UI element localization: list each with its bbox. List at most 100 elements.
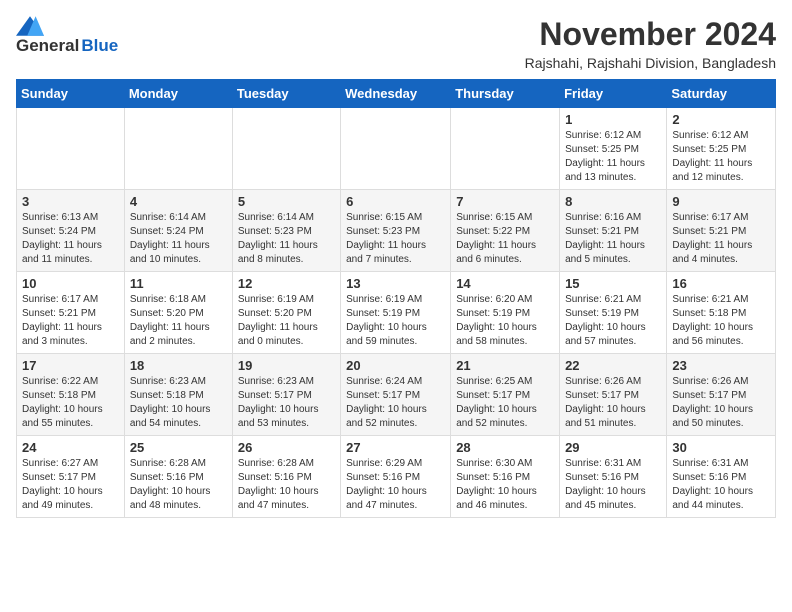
calendar-cell (232, 108, 340, 190)
day-info: Sunrise: 6:18 AM Sunset: 5:20 PM Dayligh… (130, 293, 227, 349)
day-number: 11 (130, 276, 227, 291)
calendar-week-row: 1Sunrise: 6:12 AM Sunset: 5:25 PM Daylig… (17, 108, 776, 190)
calendar-week-row: 3Sunrise: 6:13 AM Sunset: 5:24 PM Daylig… (17, 190, 776, 272)
calendar-week-row: 10 Sunrise: 6:17 AM Sunset: 5:21 PM Dayli… (17, 272, 776, 354)
calendar-cell: 25 Sunrise: 6:28 AM Sunset: 5:16 PM Dayli… (124, 436, 232, 518)
calendar-cell: 27 Sunrise: 6:29 AM Sunset: 5:16 PM Dayli… (341, 436, 451, 518)
day-info: Sunrise: 6:31 AM Sunset: 5:16 PM Dayligh… (565, 457, 661, 513)
calendar-cell: 13 Sunrise: 6:19 AM Sunset: 5:19 PM Dayli… (341, 272, 451, 354)
day-info: Sunrise: 6:12 AM Sunset: 5:25 PM Dayligh… (672, 129, 770, 185)
weekday-header-thursday: Thursday (451, 80, 560, 108)
calendar-cell: 7 Sunrise: 6:15 AM Sunset: 5:22 PM Daylig… (451, 190, 560, 272)
weekday-header-tuesday: Tuesday (232, 80, 340, 108)
logo: General Blue (16, 16, 118, 56)
day-info: Sunrise: 6:17 AM Sunset: 5:21 PM Dayligh… (672, 211, 770, 267)
day-info: Sunrise: 6:28 AM Sunset: 5:16 PM Dayligh… (130, 457, 227, 513)
weekday-header-sunday: Sunday (17, 80, 125, 108)
weekday-header-friday: Friday (560, 80, 667, 108)
calendar-cell: 28 Sunrise: 6:30 AM Sunset: 5:16 PM Dayli… (451, 436, 560, 518)
weekday-header-row: SundayMondayTuesdayWednesdayThursdayFrid… (17, 80, 776, 108)
calendar-cell: 29 Sunrise: 6:31 AM Sunset: 5:16 PM Dayli… (560, 436, 667, 518)
day-number: 10 (22, 276, 119, 291)
calendar-cell: 14Sunrise: 6:20 AM Sunset: 5:19 PM Dayli… (451, 272, 560, 354)
calendar-cell: 2 Sunrise: 6:12 AM Sunset: 5:25 PM Daylig… (667, 108, 776, 190)
calendar-cell (341, 108, 451, 190)
day-number: 14 (456, 276, 554, 291)
calendar-cell: 10 Sunrise: 6:17 AM Sunset: 5:21 PM Dayli… (17, 272, 125, 354)
calendar-cell: 22 Sunrise: 6:26 AM Sunset: 5:17 PM Dayli… (560, 354, 667, 436)
day-number: 27 (346, 440, 445, 455)
day-number: 26 (238, 440, 335, 455)
day-info: Sunrise: 6:19 AM Sunset: 5:20 PM Dayligh… (238, 293, 335, 349)
day-info: Sunrise: 6:25 AM Sunset: 5:17 PM Dayligh… (456, 375, 554, 431)
calendar-cell: 19Sunrise: 6:23 AM Sunset: 5:17 PM Dayli… (232, 354, 340, 436)
logo-icon (16, 16, 44, 36)
day-number: 6 (346, 194, 445, 209)
day-number: 17 (22, 358, 119, 373)
calendar-cell: 1Sunrise: 6:12 AM Sunset: 5:25 PM Daylig… (560, 108, 667, 190)
day-info: Sunrise: 6:21 AM Sunset: 5:18 PM Dayligh… (672, 293, 770, 349)
day-number: 2 (672, 112, 770, 127)
day-number: 8 (565, 194, 661, 209)
day-number: 25 (130, 440, 227, 455)
day-info: Sunrise: 6:26 AM Sunset: 5:17 PM Dayligh… (565, 375, 661, 431)
day-number: 9 (672, 194, 770, 209)
day-info: Sunrise: 6:29 AM Sunset: 5:16 PM Dayligh… (346, 457, 445, 513)
calendar-cell: 30Sunrise: 6:31 AM Sunset: 5:16 PM Dayli… (667, 436, 776, 518)
calendar-cell: 11 Sunrise: 6:18 AM Sunset: 5:20 PM Dayli… (124, 272, 232, 354)
day-info: Sunrise: 6:21 AM Sunset: 5:19 PM Dayligh… (565, 293, 661, 349)
day-info: Sunrise: 6:15 AM Sunset: 5:23 PM Dayligh… (346, 211, 445, 267)
logo-general: General (16, 36, 79, 56)
calendar-week-row: 17 Sunrise: 6:22 AM Sunset: 5:18 PM Dayli… (17, 354, 776, 436)
location-title: Rajshahi, Rajshahi Division, Bangladesh (525, 55, 776, 71)
calendar-cell: 3Sunrise: 6:13 AM Sunset: 5:24 PM Daylig… (17, 190, 125, 272)
day-number: 20 (346, 358, 445, 373)
day-info: Sunrise: 6:15 AM Sunset: 5:22 PM Dayligh… (456, 211, 554, 267)
day-info: Sunrise: 6:26 AM Sunset: 5:17 PM Dayligh… (672, 375, 770, 431)
calendar-cell: 9 Sunrise: 6:17 AM Sunset: 5:21 PM Daylig… (667, 190, 776, 272)
day-info: Sunrise: 6:31 AM Sunset: 5:16 PM Dayligh… (672, 457, 770, 513)
day-number: 16 (672, 276, 770, 291)
day-number: 22 (565, 358, 661, 373)
day-number: 19 (238, 358, 335, 373)
calendar-cell: 16 Sunrise: 6:21 AM Sunset: 5:18 PM Dayli… (667, 272, 776, 354)
day-number: 24 (22, 440, 119, 455)
calendar-cell: 18 Sunrise: 6:23 AM Sunset: 5:18 PM Dayli… (124, 354, 232, 436)
header: General Blue November 2024 Rajshahi, Raj… (16, 16, 776, 71)
day-info: Sunrise: 6:14 AM Sunset: 5:23 PM Dayligh… (238, 211, 335, 267)
weekday-header-saturday: Saturday (667, 80, 776, 108)
calendar-cell (17, 108, 125, 190)
day-number: 7 (456, 194, 554, 209)
day-info: Sunrise: 6:30 AM Sunset: 5:16 PM Dayligh… (456, 457, 554, 513)
calendar-cell: 8Sunrise: 6:16 AM Sunset: 5:21 PM Daylig… (560, 190, 667, 272)
day-info: Sunrise: 6:22 AM Sunset: 5:18 PM Dayligh… (22, 375, 119, 431)
day-number: 18 (130, 358, 227, 373)
day-info: Sunrise: 6:17 AM Sunset: 5:21 PM Dayligh… (22, 293, 119, 349)
calendar-cell: 6 Sunrise: 6:15 AM Sunset: 5:23 PM Daylig… (341, 190, 451, 272)
calendar-cell (124, 108, 232, 190)
day-info: Sunrise: 6:28 AM Sunset: 5:16 PM Dayligh… (238, 457, 335, 513)
day-info: Sunrise: 6:27 AM Sunset: 5:17 PM Dayligh… (22, 457, 119, 513)
day-info: Sunrise: 6:23 AM Sunset: 5:18 PM Dayligh… (130, 375, 227, 431)
logo-blue: Blue (81, 36, 118, 56)
calendar-cell: 21 Sunrise: 6:25 AM Sunset: 5:17 PM Dayli… (451, 354, 560, 436)
day-number: 4 (130, 194, 227, 209)
month-title: November 2024 (525, 16, 776, 53)
calendar-cell: 17 Sunrise: 6:22 AM Sunset: 5:18 PM Dayli… (17, 354, 125, 436)
day-number: 3 (22, 194, 119, 209)
day-number: 28 (456, 440, 554, 455)
day-number: 13 (346, 276, 445, 291)
title-area: November 2024 Rajshahi, Rajshahi Divisio… (525, 16, 776, 71)
calendar-cell: 26 Sunrise: 6:28 AM Sunset: 5:16 PM Dayli… (232, 436, 340, 518)
calendar-cell: 5 Sunrise: 6:14 AM Sunset: 5:23 PM Daylig… (232, 190, 340, 272)
day-number: 23 (672, 358, 770, 373)
calendar-week-row: 24 Sunrise: 6:27 AM Sunset: 5:17 PM Dayli… (17, 436, 776, 518)
day-number: 21 (456, 358, 554, 373)
calendar-cell (451, 108, 560, 190)
calendar-cell: 12Sunrise: 6:19 AM Sunset: 5:20 PM Dayli… (232, 272, 340, 354)
calendar-table: SundayMondayTuesdayWednesdayThursdayFrid… (16, 79, 776, 518)
day-number: 5 (238, 194, 335, 209)
day-number: 15 (565, 276, 661, 291)
day-number: 29 (565, 440, 661, 455)
day-info: Sunrise: 6:19 AM Sunset: 5:19 PM Dayligh… (346, 293, 445, 349)
